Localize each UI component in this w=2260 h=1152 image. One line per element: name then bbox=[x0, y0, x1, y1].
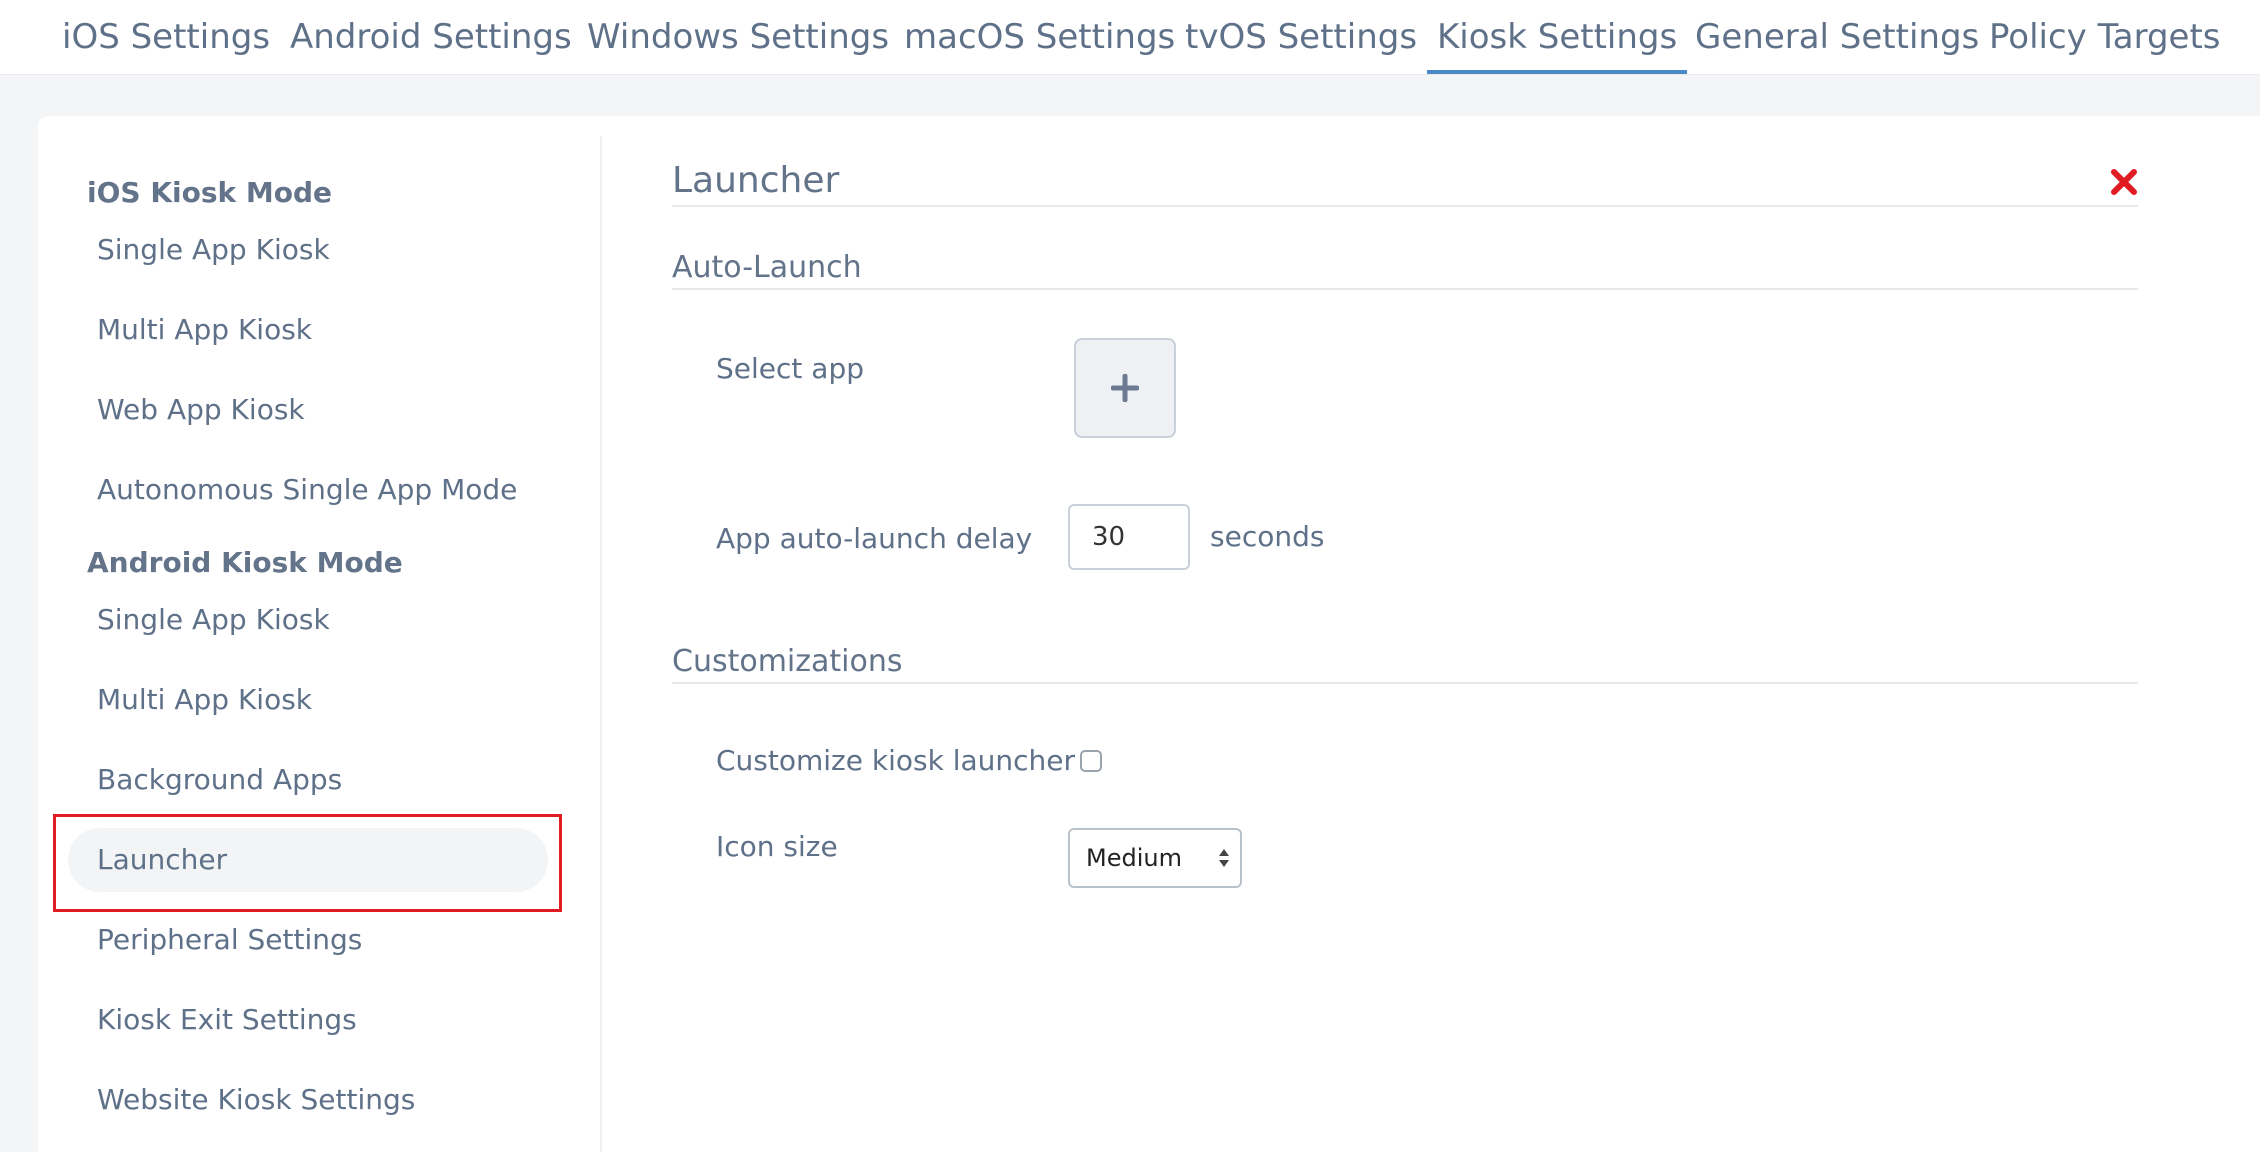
tab-policy-targets[interactable]: Policy Targets bbox=[1989, 0, 2221, 74]
customizations-section-title: Customizations bbox=[672, 644, 903, 679]
sidebar-item-peripheral-settings[interactable]: Peripheral Settings bbox=[68, 908, 548, 972]
auto-launch-delay-label: App auto-launch delay bbox=[716, 522, 1033, 555]
select-arrows-icon bbox=[1219, 849, 1229, 867]
auto-launch-divider bbox=[672, 288, 2138, 290]
plus-icon bbox=[1111, 374, 1139, 402]
icon-size-value: Medium bbox=[1086, 844, 1182, 872]
sidebar-item-label: Multi App Kiosk bbox=[97, 683, 313, 716]
customize-kiosk-launcher-label: Customize kiosk launcher bbox=[716, 744, 1076, 777]
sidebar-item-label: Kiosk Exit Settings bbox=[97, 1003, 357, 1036]
delay-units-label: seconds bbox=[1210, 520, 1325, 553]
title-divider bbox=[672, 205, 2138, 207]
ios-kiosk-mode-heading: iOS Kiosk Mode bbox=[87, 176, 333, 209]
sidebar-item-label: Multi App Kiosk bbox=[97, 313, 313, 346]
sidebar-item-label: Single App Kiosk bbox=[97, 233, 330, 266]
sidebar-item-background-apps[interactable]: Background Apps bbox=[68, 748, 548, 812]
launcher-highlight-box bbox=[53, 814, 562, 912]
customize-kiosk-launcher-checkbox[interactable] bbox=[1080, 750, 1102, 772]
sidebar-item-autonomous-single-app-mode[interactable]: Autonomous Single App Mode bbox=[68, 458, 548, 522]
sidebar-item-android-single-app-kiosk[interactable]: Single App Kiosk bbox=[68, 588, 548, 652]
sidebar-item-label: Single App Kiosk bbox=[97, 603, 330, 636]
kiosk-settings-card: iOS Kiosk Mode Single App Kiosk Multi Ap… bbox=[38, 116, 2260, 1152]
sidebar-item-kiosk-exit-settings[interactable]: Kiosk Exit Settings bbox=[68, 988, 548, 1052]
sidebar-item-label: Website Kiosk Settings bbox=[97, 1083, 416, 1116]
sidebar-item-label: Peripheral Settings bbox=[97, 923, 363, 956]
add-app-button[interactable] bbox=[1074, 338, 1176, 438]
tab-kiosk-settings[interactable]: Kiosk Settings bbox=[1426, 0, 1688, 74]
tab-ios-settings[interactable]: iOS Settings bbox=[62, 0, 270, 74]
tab-android-settings[interactable]: Android Settings bbox=[290, 0, 572, 74]
sidebar-item-label: Autonomous Single App Mode bbox=[97, 473, 518, 506]
icon-size-label: Icon size bbox=[716, 830, 838, 863]
tab-windows-settings[interactable]: Windows Settings bbox=[587, 0, 889, 74]
sidebar-item-ios-multi-app-kiosk[interactable]: Multi App Kiosk bbox=[68, 298, 548, 362]
android-kiosk-mode-heading: Android Kiosk Mode bbox=[87, 546, 403, 579]
panel-title: Launcher bbox=[672, 160, 840, 201]
sidebar-item-ios-web-app-kiosk[interactable]: Web App Kiosk bbox=[68, 378, 548, 442]
sidebar-item-website-kiosk-settings[interactable]: Website Kiosk Settings bbox=[68, 1068, 548, 1132]
tab-tvos-settings[interactable]: tvOS Settings bbox=[1185, 0, 1417, 74]
icon-size-select[interactable]: Medium bbox=[1068, 828, 1242, 888]
sidebar-item-label: Background Apps bbox=[97, 763, 343, 796]
sidebar-item-ios-single-app-kiosk[interactable]: Single App Kiosk bbox=[68, 218, 548, 282]
auto-launch-section-title: Auto-Launch bbox=[672, 250, 862, 285]
kiosk-sidebar: iOS Kiosk Mode Single App Kiosk Multi Ap… bbox=[38, 136, 602, 1152]
settings-tab-bar: iOS Settings Android Settings Windows Se… bbox=[0, 0, 2260, 75]
sidebar-item-android-multi-app-kiosk[interactable]: Multi App Kiosk bbox=[68, 668, 548, 732]
tab-macos-settings[interactable]: macOS Settings bbox=[904, 0, 1175, 74]
close-x-icon[interactable] bbox=[2108, 166, 2140, 198]
sidebar-item-label: Web App Kiosk bbox=[97, 393, 305, 426]
select-app-label: Select app bbox=[716, 352, 864, 385]
customizations-divider bbox=[672, 682, 2138, 684]
tab-general-settings[interactable]: General Settings bbox=[1695, 0, 1979, 74]
auto-launch-delay-input[interactable] bbox=[1068, 504, 1190, 570]
